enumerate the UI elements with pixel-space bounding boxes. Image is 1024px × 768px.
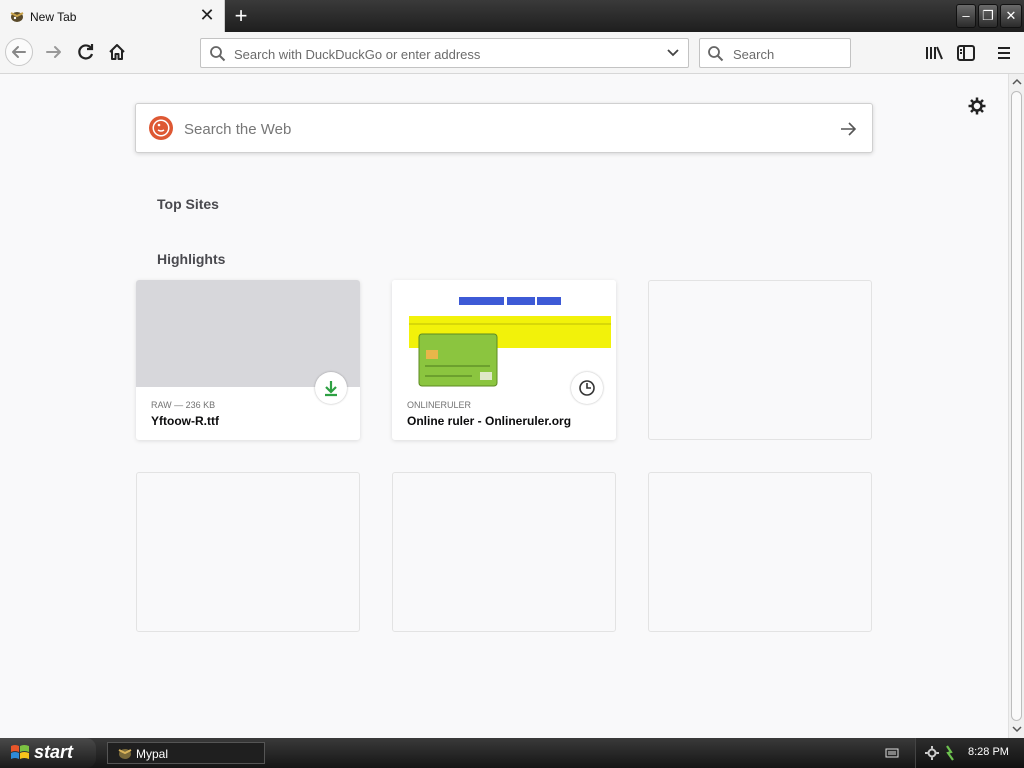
home-button[interactable]	[103, 38, 131, 66]
network-tray-icon[interactable]	[943, 744, 959, 762]
search-input[interactable]	[731, 45, 845, 63]
taskbar-item-label: Mypal	[136, 747, 169, 761]
navigation-toolbar	[0, 32, 1024, 74]
empty-card-placeholder	[648, 280, 872, 440]
windows-logo-icon	[11, 745, 29, 759]
minimize-button[interactable]: ‒	[956, 4, 976, 28]
empty-card-placeholder	[392, 472, 616, 632]
history-badge	[571, 372, 603, 404]
clock-icon	[579, 380, 595, 396]
back-button[interactable]	[5, 38, 33, 66]
settings-tray-icon[interactable]	[924, 745, 940, 761]
tab-title: New Tab	[30, 10, 77, 24]
menu-hamburger-icon[interactable]	[994, 44, 1014, 62]
tab-close-button[interactable]: ✕	[198, 5, 216, 25]
tab-new-tab[interactable]: New Tab ✕	[0, 0, 225, 32]
home-icon	[109, 44, 125, 60]
back-arrow-icon	[12, 46, 26, 58]
mypal-favicon-icon	[10, 12, 24, 22]
dropdown-chevron-icon[interactable]	[666, 47, 680, 59]
forward-arrow-icon	[46, 46, 61, 58]
card-meta: ONLINERULER	[407, 400, 472, 410]
card-title: Yftoow-R.ttf	[151, 414, 219, 428]
empty-card-placeholder	[136, 472, 360, 632]
address-input[interactable]	[232, 45, 656, 63]
restore-button[interactable]: ❐	[978, 4, 998, 28]
mypal-app-icon	[118, 749, 132, 759]
clock: 8:28 PM	[968, 746, 1009, 758]
scroll-up-arrow-icon[interactable]	[1012, 77, 1022, 87]
new-tab-button[interactable]: +	[230, 3, 252, 29]
web-search-input[interactable]	[182, 118, 826, 140]
reload-icon	[78, 44, 94, 60]
highlight-card[interactable]: RAW — 236 KB Yftoow-R.ttf	[136, 280, 360, 440]
start-label: start	[34, 742, 74, 762]
taskbar-item-mypal[interactable]: Mypal	[107, 742, 265, 764]
taskbar: start Mypal 8:28 PM	[0, 738, 1024, 768]
scroll-down-arrow-icon[interactable]	[1012, 724, 1022, 734]
system-tray: 8:28 PM	[915, 738, 1024, 768]
search-icon	[210, 46, 226, 62]
download-badge	[315, 372, 347, 404]
duckduckgo-logo-icon	[149, 116, 173, 140]
forward-button[interactable]	[40, 38, 68, 66]
card-title: Online ruler - Onlineruler.org	[407, 414, 572, 428]
card-meta: RAW — 236 KB	[151, 400, 216, 410]
ruler-thumbnail-image	[392, 280, 616, 387]
library-icon[interactable]	[924, 44, 944, 62]
top-sites-heading: Top Sites	[157, 196, 219, 212]
start-button[interactable]: start	[0, 738, 96, 768]
gear-icon[interactable]	[967, 96, 987, 116]
reload-button[interactable]	[72, 38, 100, 66]
sidebar-toggle-icon[interactable]	[956, 44, 976, 62]
address-bar[interactable]	[200, 38, 689, 68]
search-icon	[708, 46, 724, 62]
new-tab-page: Top Sites Highlights RAW — 236 KB Yftoow…	[0, 74, 1008, 738]
web-search-box[interactable]	[135, 103, 873, 153]
empty-card-placeholder	[648, 472, 872, 632]
scrollbar-thumb[interactable]	[1011, 91, 1022, 721]
card-thumbnail	[136, 280, 360, 387]
close-window-button[interactable]: ✕	[1000, 4, 1022, 28]
title-bar: New Tab ✕ + ‒ ❐ ✕	[0, 0, 1024, 32]
highlights-heading: Highlights	[157, 251, 226, 267]
download-icon	[325, 381, 337, 397]
vertical-scrollbar[interactable]	[1008, 74, 1024, 738]
search-submit-arrow-icon[interactable]	[838, 120, 858, 138]
highlight-card[interactable]: ONLINERULER Online ruler - Onlineruler.o…	[392, 280, 616, 440]
search-bar[interactable]	[699, 38, 851, 68]
keyboard-icon[interactable]	[885, 747, 899, 759]
